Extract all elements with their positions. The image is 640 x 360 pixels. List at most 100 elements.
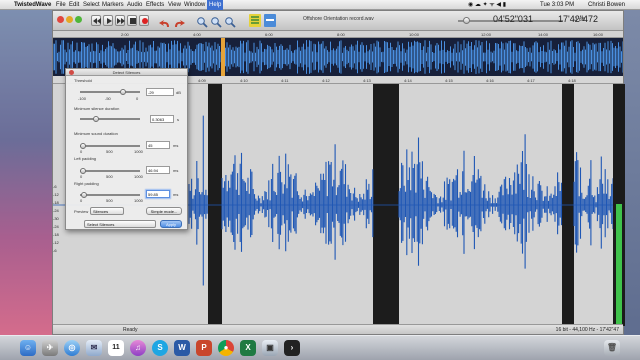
threshold-max: 0 bbox=[136, 96, 139, 101]
status-icons[interactable]: ◉ ☁ ✦ ᯤ ◀ ▮ bbox=[468, 0, 506, 10]
preview-select[interactable]: Silences bbox=[90, 207, 124, 215]
rewind-button[interactable] bbox=[91, 15, 101, 26]
apply-button[interactable]: Apply bbox=[160, 220, 182, 228]
action-select[interactable]: Select Silences bbox=[84, 220, 156, 228]
status-bar: Ready 16 bit - 44,100 Hz - 17'42"47 bbox=[53, 324, 623, 334]
left-padding-label: Left padding bbox=[74, 156, 97, 161]
threshold-slider[interactable] bbox=[80, 91, 140, 93]
menu-view[interactable]: View bbox=[168, 0, 181, 10]
right-padding-unit: ms bbox=[173, 192, 179, 197]
record-button[interactable] bbox=[139, 15, 149, 26]
simple-mode-button[interactable]: Simple mode... bbox=[146, 207, 182, 215]
panel-title: Detect Silences bbox=[66, 69, 187, 76]
left-padding-slider[interactable] bbox=[80, 170, 140, 172]
skype-icon[interactable]: S bbox=[152, 340, 168, 356]
threshold-label: Threshold bbox=[74, 78, 92, 83]
left-padding-min: 0 bbox=[80, 174, 83, 179]
left-padding-max: 1000 bbox=[134, 174, 143, 179]
stop-button[interactable] bbox=[127, 15, 137, 26]
status-text: Ready bbox=[123, 327, 138, 333]
overview-tick: 10:00 bbox=[409, 32, 420, 37]
level-meter-bar bbox=[616, 204, 622, 324]
left-padding-unit: ms bbox=[173, 168, 179, 173]
min-silence-slider[interactable] bbox=[80, 118, 140, 120]
overview-tick: 12:00 bbox=[481, 32, 492, 37]
min-sound-unit: ms bbox=[173, 143, 179, 148]
calendar-day: 11 bbox=[112, 344, 120, 351]
min-sound-label: Minimum sound duration bbox=[74, 131, 118, 136]
desktop-background-right bbox=[624, 10, 640, 335]
calendar-icon[interactable]: 11 bbox=[108, 340, 124, 356]
itunes-icon[interactable]: ♫ bbox=[130, 340, 146, 356]
dock: ☺ ✈ ◎ ✉ 11 ♫ S W P ● X ▣ › 🗑 bbox=[0, 335, 640, 360]
desktop-background bbox=[0, 10, 52, 335]
window-toolbar: Offshore Orientation record.wav -3 dB bbox=[53, 11, 623, 31]
menubar: TwistedWave File Edit Select Markers Aud… bbox=[0, 0, 640, 10]
threshold-mid: -50 bbox=[105, 96, 111, 101]
right-padding-slider[interactable] bbox=[80, 194, 140, 196]
ruler-tick: 4:09 bbox=[198, 78, 206, 83]
menu-window[interactable]: Window bbox=[184, 0, 205, 10]
window-zoom-button[interactable] bbox=[75, 16, 82, 23]
ruler-tick: 4:18 bbox=[568, 78, 576, 83]
trash-icon[interactable]: 🗑 bbox=[604, 340, 620, 356]
menubar-clock[interactable]: Tue 3:03 PM bbox=[540, 0, 574, 10]
excel-icon[interactable]: X bbox=[240, 340, 256, 356]
menu-help[interactable]: Help bbox=[207, 0, 224, 10]
window-minimize-button[interactable] bbox=[66, 16, 73, 23]
audio-format: 16 bit - 44,100 Hz - 17'42"47 bbox=[555, 327, 619, 333]
menu-edit[interactable]: Edit bbox=[69, 0, 79, 10]
stop-icon bbox=[130, 18, 136, 24]
app-menu[interactable]: TwistedWave bbox=[14, 0, 51, 10]
menu-markers[interactable]: Markers bbox=[102, 0, 124, 10]
panel-close-button[interactable] bbox=[69, 70, 74, 75]
overview-tick: 8:00 bbox=[337, 32, 345, 37]
finder-icon[interactable]: ☺ bbox=[20, 340, 36, 356]
window-close-button[interactable] bbox=[57, 16, 64, 23]
snap-icon[interactable] bbox=[249, 14, 261, 32]
right-padding-max: 1000 bbox=[134, 198, 143, 203]
menu-select[interactable]: Select bbox=[83, 0, 100, 10]
menubar-user[interactable]: Christi Bowen bbox=[588, 0, 625, 10]
cursor-time: 04'52"031 bbox=[493, 14, 533, 24]
menu-audio[interactable]: Audio bbox=[127, 0, 142, 10]
ruler-tick: 4:16 bbox=[486, 78, 494, 83]
word-icon[interactable]: W bbox=[174, 340, 190, 356]
powerpoint-icon[interactable]: P bbox=[196, 340, 212, 356]
detect-silences-panel: Detect Silences Threshold -100 -50 0 -29… bbox=[65, 68, 188, 230]
overview-tick: 16:00 bbox=[593, 32, 604, 37]
chrome-icon[interactable]: ● bbox=[218, 340, 234, 356]
menu-file[interactable]: File bbox=[56, 0, 66, 10]
db-label: -18 bbox=[53, 232, 59, 237]
min-sound-min: 0 bbox=[80, 149, 83, 154]
min-sound-slider[interactable] bbox=[80, 145, 140, 147]
play-button[interactable] bbox=[103, 15, 113, 26]
menu-effects[interactable]: Effects bbox=[146, 0, 164, 10]
ruler-tick: 4:17 bbox=[527, 78, 535, 83]
overview-tick: 2:00 bbox=[121, 32, 129, 37]
min-silence-slider-knob[interactable] bbox=[92, 116, 99, 122]
right-padding-field[interactable]: 59.85 bbox=[146, 190, 170, 198]
threshold-field[interactable]: -29 bbox=[146, 88, 174, 96]
forward-button[interactable] bbox=[115, 15, 125, 26]
threshold-slider-knob[interactable] bbox=[119, 89, 126, 95]
markers-icon[interactable] bbox=[264, 14, 276, 32]
ruler-tick: 4:10 bbox=[240, 78, 248, 83]
min-sound-field[interactable]: 45 bbox=[146, 141, 170, 149]
volume-slider-knob[interactable] bbox=[463, 17, 470, 24]
launchpad-icon[interactable]: ✈ bbox=[42, 340, 58, 356]
preview-icon[interactable]: ▣ bbox=[262, 340, 278, 356]
terminal-icon[interactable]: › bbox=[284, 340, 300, 356]
overview-tick: 6:00 bbox=[265, 32, 273, 37]
record-icon bbox=[142, 18, 148, 24]
ruler-tick: 4:12 bbox=[322, 78, 330, 83]
right-padding-label: Right padding bbox=[74, 181, 99, 186]
min-sound-max: 1000 bbox=[134, 149, 143, 154]
mail-icon[interactable]: ✉ bbox=[86, 340, 102, 356]
left-padding-field[interactable]: 46.94 bbox=[146, 166, 170, 174]
safari-icon[interactable]: ◎ bbox=[64, 340, 80, 356]
db-label: -6 bbox=[53, 248, 57, 253]
threshold-unit: dB bbox=[176, 90, 181, 95]
min-silence-field[interactable]: 0.3063 bbox=[150, 115, 174, 123]
left-padding-mid: 500 bbox=[106, 174, 113, 179]
